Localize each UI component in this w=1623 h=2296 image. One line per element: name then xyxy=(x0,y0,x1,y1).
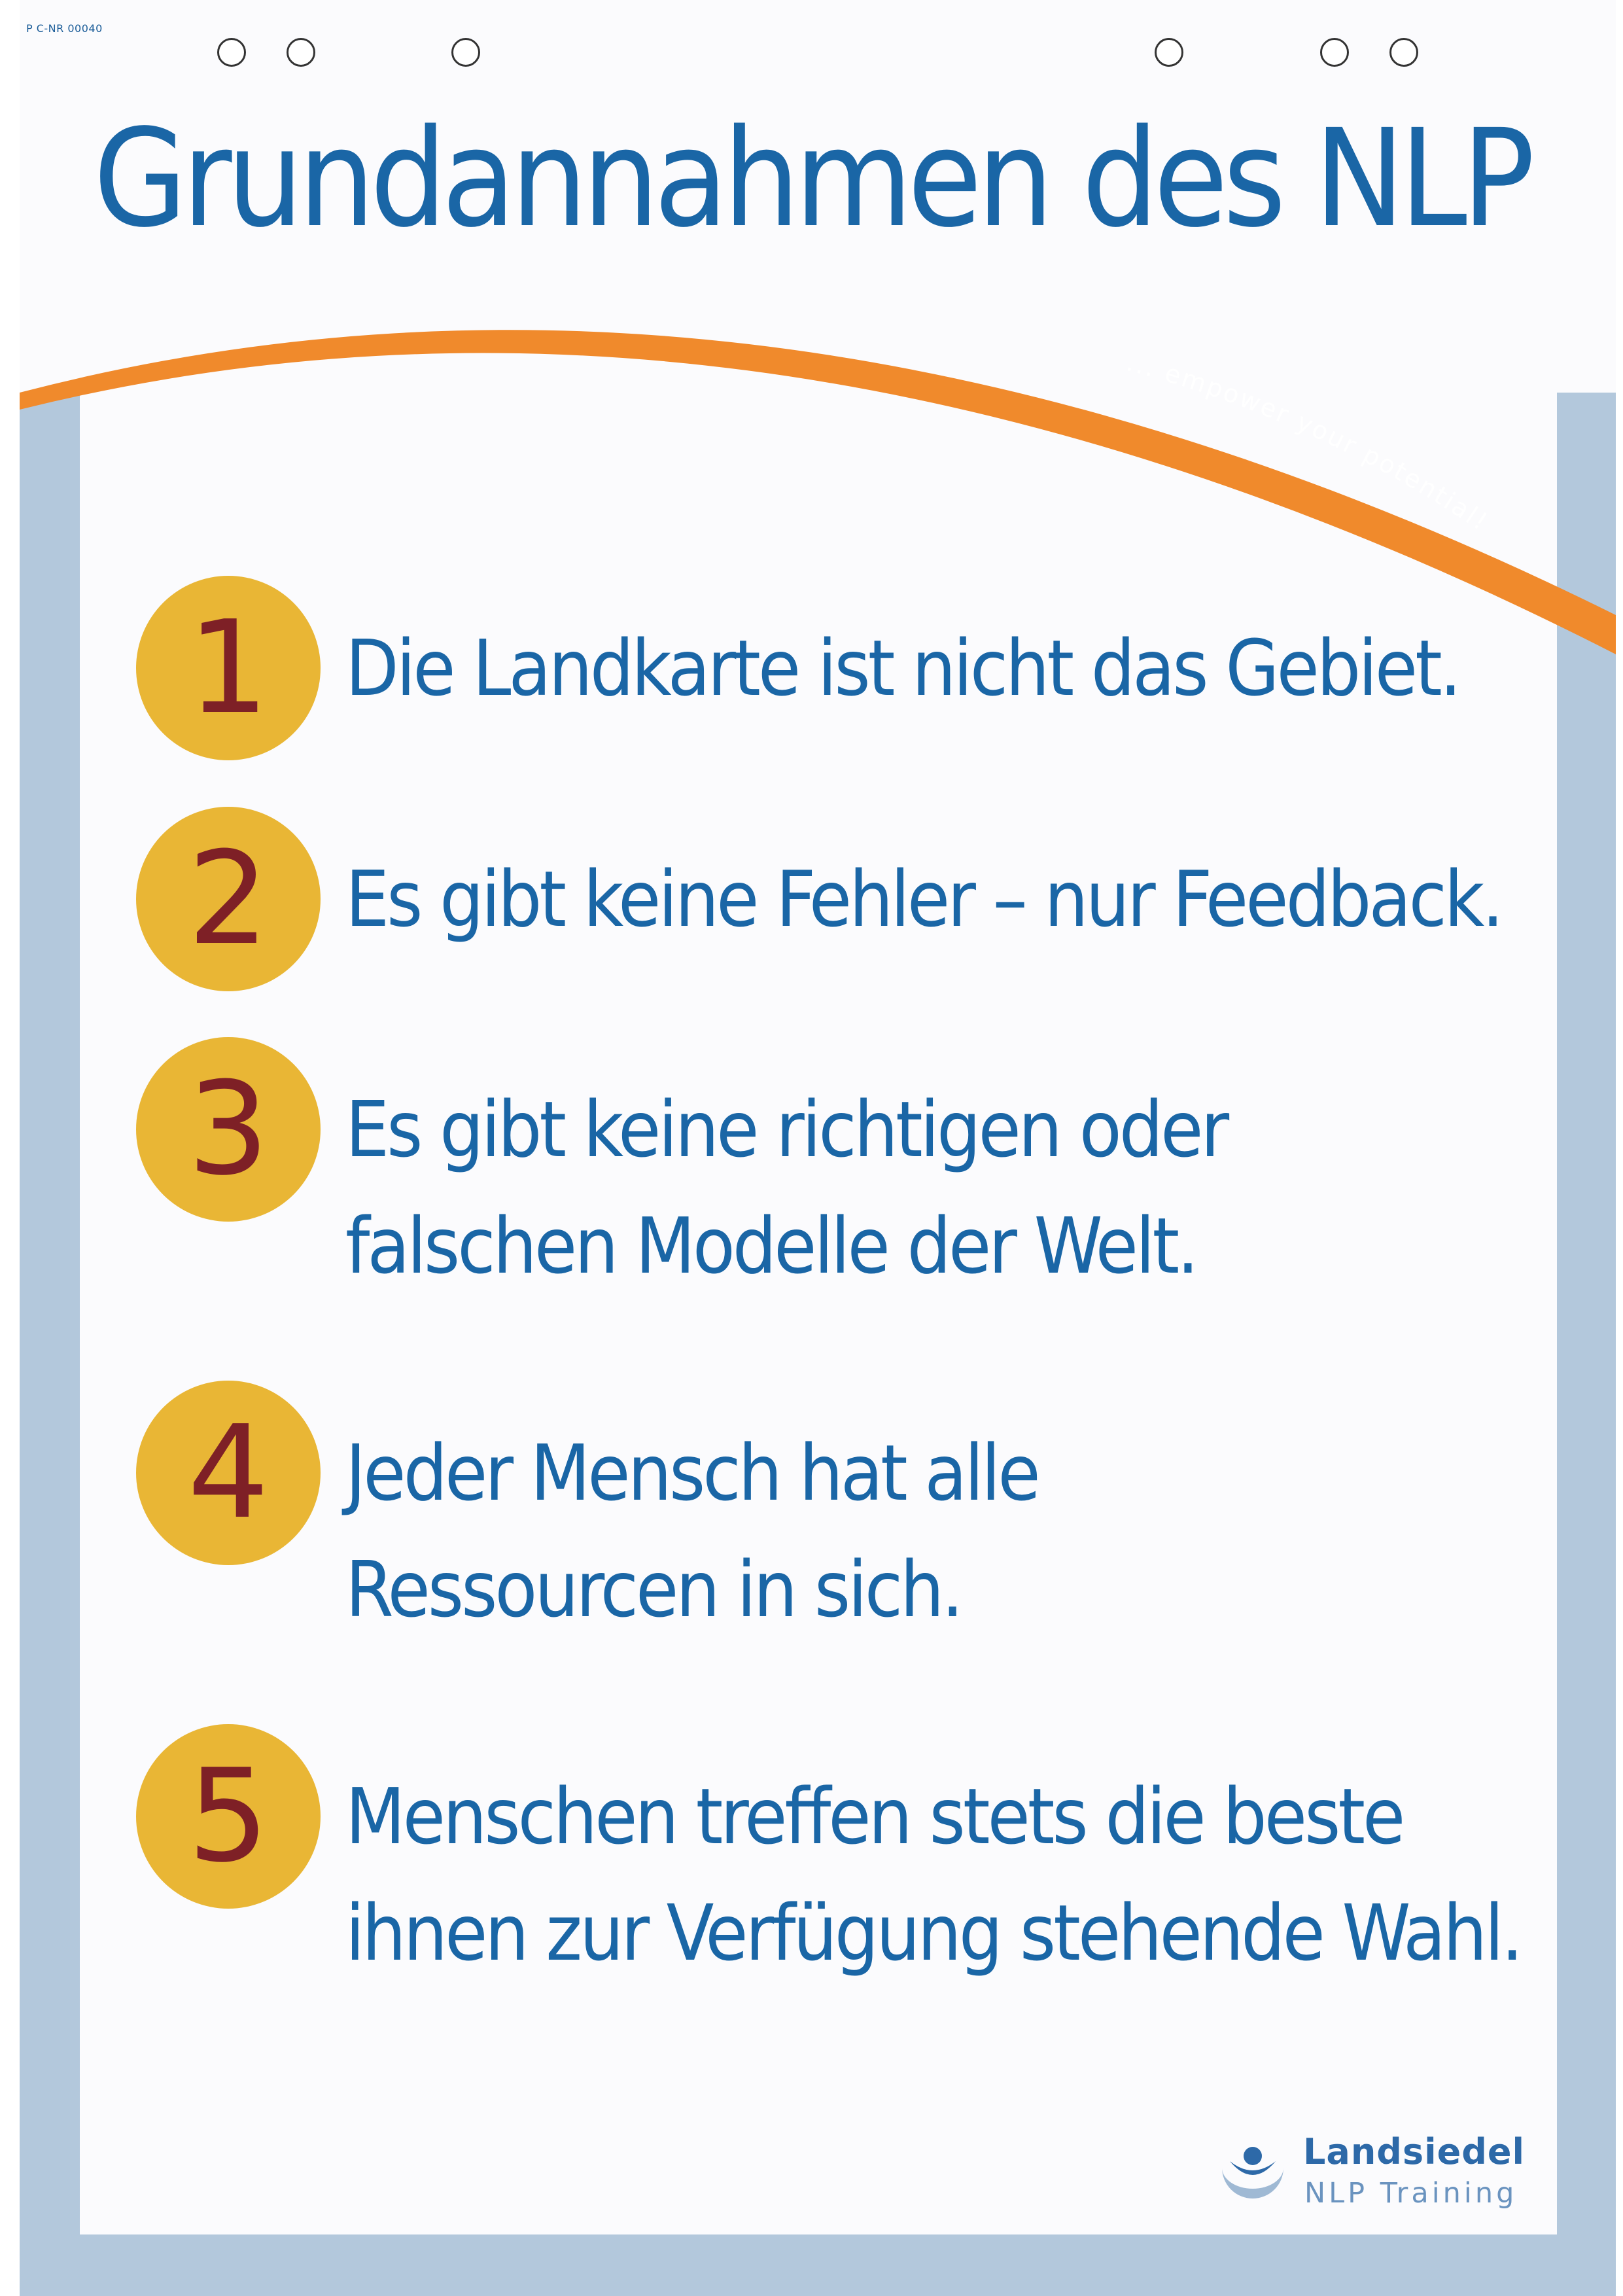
landsiedel-logo-icon xyxy=(1222,2147,1283,2199)
number-badge: 5 xyxy=(136,1724,321,1909)
item-text-line: Es gibt keine Fehler – nur Feedback. xyxy=(345,854,1504,944)
item-text-line: ihnen zur Verfügung stehende Wahl. xyxy=(345,1888,1524,1978)
item-text-line: Menschen treffen stets die beste xyxy=(345,1771,1405,1862)
brand-subtitle: NLP Training xyxy=(1304,2177,1518,2210)
item-text-line: Ressourcen in sich. xyxy=(345,1544,964,1634)
item-number: 5 xyxy=(187,1742,270,1891)
item-text-line: Es gibt keine richtigen oder xyxy=(345,1084,1229,1174)
item-number: 1 xyxy=(187,593,270,743)
item-number: 3 xyxy=(187,1055,270,1204)
number-badge: 1 xyxy=(136,576,321,760)
item-text-line: Jeder Mensch hat alle xyxy=(345,1428,1041,1518)
item-number: 4 xyxy=(187,1398,270,1547)
number-badge: 3 xyxy=(136,1037,321,1222)
brand-name: Landsiedel xyxy=(1303,2131,1526,2172)
number-badge: 2 xyxy=(136,807,321,991)
brand-logo-block: Landsiedel NLP Training xyxy=(1217,2130,1531,2215)
item-text-line: Die Landkarte ist nicht das Gebiet. xyxy=(345,623,1461,713)
item-text-line: falschen Modelle der Welt. xyxy=(345,1201,1199,1291)
item-number: 2 xyxy=(187,824,270,974)
number-badge: 4 xyxy=(136,1381,321,1565)
